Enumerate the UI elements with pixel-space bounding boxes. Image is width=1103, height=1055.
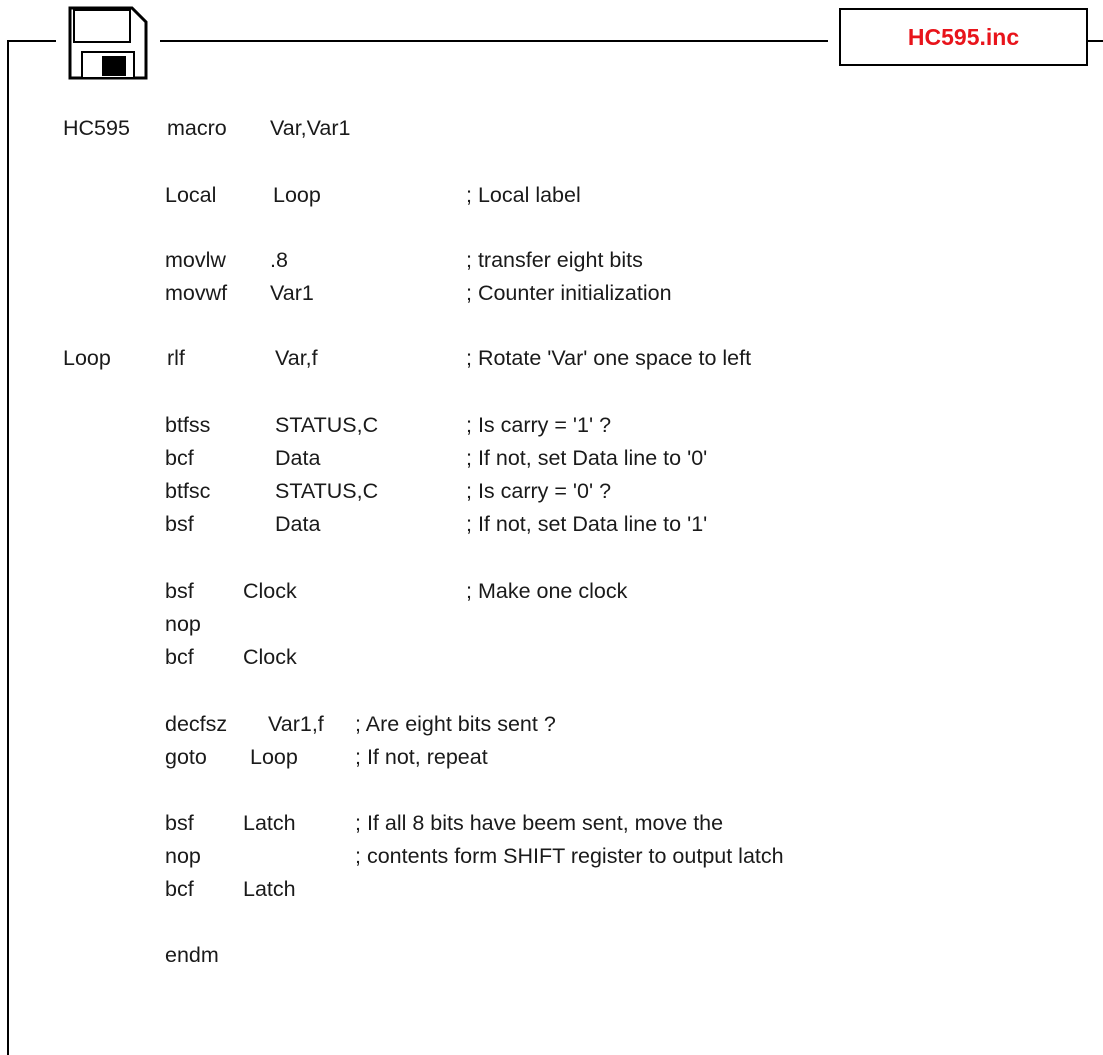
code-instruction: bsf (165, 512, 194, 536)
code-instruction: endm (165, 943, 219, 967)
code-operands: Var,f (275, 346, 318, 370)
code-comment: ; Rotate 'Var' one space to left (466, 346, 752, 370)
code-instruction: bsf (165, 579, 194, 603)
code-instruction: movwf (165, 281, 228, 305)
file-name-tab[interactable]: HC595.inc (839, 8, 1088, 66)
code-instruction: bcf (165, 645, 194, 669)
code-instruction: decfsz (165, 712, 228, 736)
code-operands: Latch (243, 877, 296, 901)
code-operands: Data (275, 512, 321, 536)
code-operands: Data (275, 446, 321, 470)
code-label: HC595 (63, 116, 130, 140)
code-comment: ; Are eight bits sent ? (355, 712, 556, 736)
code-comment: ; Counter initialization (466, 281, 672, 305)
file-name-label: HC595.inc (907, 23, 1020, 50)
code-instruction: btfss (165, 413, 211, 437)
code-instruction: goto (165, 745, 207, 769)
code-instruction: movlw (165, 248, 226, 272)
code-instruction: nop (165, 612, 201, 636)
code-operands: Loop (250, 745, 298, 769)
code-comment: ; Local label (466, 183, 581, 207)
code-instruction: bcf (165, 446, 194, 470)
code-operands: Loop (273, 183, 321, 207)
code-comment: ; Is carry = '1' ? (466, 413, 612, 437)
code-instruction: rlf (167, 346, 185, 370)
code-instruction: bcf (165, 877, 194, 901)
code-instruction: bsf (165, 811, 194, 835)
code-comment: ; Is carry = '0' ? (466, 479, 612, 503)
code-comment: ; Make one clock (466, 579, 628, 603)
code-instruction: nop (165, 844, 201, 868)
code-comment: ; If not, set Data line to '1' (466, 512, 708, 536)
floppy-disk-icon[interactable] (68, 6, 148, 80)
code-operands: STATUS,C (275, 413, 379, 437)
code-operands: Var,Var1 (270, 116, 351, 140)
code-operands: Clock (243, 579, 297, 603)
code-comment: ; transfer eight bits (466, 248, 643, 272)
code-instruction: btfsc (165, 479, 211, 503)
code-comment: ; If not, repeat (355, 745, 488, 769)
code-comment: ; contents form SHIFT register to output… (355, 844, 784, 868)
code-comment: ; If all 8 bits have beem sent, move the (355, 811, 724, 835)
code-operands: Var1 (270, 281, 314, 305)
code-operands: STATUS,C (275, 479, 379, 503)
code-operands: .8 (270, 248, 288, 272)
code-operands: Latch (243, 811, 296, 835)
code-operands: Clock (243, 645, 297, 669)
code-comment: ; If not, set Data line to '0' (466, 446, 708, 470)
code-instruction: macro (167, 116, 227, 140)
code-operands: Var1,f (268, 712, 324, 736)
code-instruction: Local (165, 183, 217, 207)
code-label: Loop (63, 346, 111, 370)
